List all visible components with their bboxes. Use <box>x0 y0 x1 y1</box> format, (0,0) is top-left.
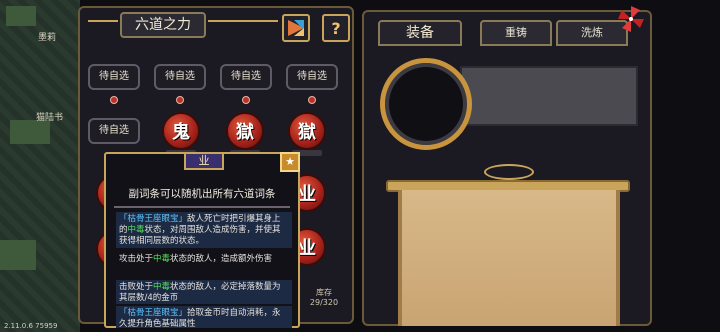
equipment-info-banner <box>460 66 638 126</box>
tooltip-affix-block: 「枯骨王座眼宝」拾取金币时自动消耗，永久提升角色基础属性 <box>116 306 292 329</box>
path-slot[interactable]: 待自选 <box>154 64 206 90</box>
path-slot[interactable]: 待自选 <box>88 118 140 144</box>
title-ornament <box>88 20 118 22</box>
slot-indicator-dot <box>110 96 118 104</box>
slot-indicator-dot <box>176 96 184 104</box>
affix-tooltip: 业 ★ 副词条可以随机出所有六道词条 「枯骨王座眼宝」敌人死亡时把引爆其身上的中… <box>104 152 300 329</box>
tooltip-divider <box>114 206 290 208</box>
help-button[interactable]: ? <box>322 14 350 42</box>
affix-keyword: 中毒 <box>127 225 145 235</box>
affix-source: 「枯骨王座眼宝」 <box>119 308 188 318</box>
path-slot[interactable]: 待自选 <box>220 64 272 90</box>
equipment-panel: 装备 重铸 洗炼 <box>362 10 652 326</box>
equipment-display <box>380 58 638 150</box>
world-tile <box>0 240 36 270</box>
world-npc-label: 墨莉 <box>38 33 57 43</box>
path-slot[interactable]: 待自选 <box>286 64 338 90</box>
tooltip-affix-block: 击败处于中毒状态的敌人，必定掉落数量为其层数/4的金币 <box>116 280 292 304</box>
scroll-parchment <box>398 190 620 326</box>
sort-button[interactable] <box>282 14 310 42</box>
path-orb[interactable]: 獄 <box>288 112 326 150</box>
tab-reforge[interactable]: 重铸 <box>480 20 552 46</box>
version-label: 2.11.0.6 75959 <box>4 322 58 330</box>
game-world-background: 墨莉 猫陆书 <box>0 0 80 332</box>
affix-text: 击败处于 <box>119 282 154 292</box>
tooltip-headline: 副词条可以随机出所有六道词条 <box>128 188 276 200</box>
slot-indicator-dot <box>308 96 316 104</box>
affix-text: 状态的敌人，造成额外伤害 <box>170 254 273 264</box>
path-orb[interactable]: 獄 <box>226 112 264 150</box>
affix-source: 「枯骨王座眼宝」 <box>119 214 188 224</box>
affix-keyword: 中毒 <box>153 282 171 292</box>
storage-value: 29/320 <box>309 298 339 307</box>
path-orb[interactable]: 鬼 <box>162 112 200 150</box>
path-slot[interactable]: 待自选 <box>88 64 140 90</box>
tab-equipment[interactable]: 装备 <box>378 20 462 46</box>
scroll-ornament <box>484 164 534 180</box>
equipment-slot-ring[interactable] <box>380 58 472 150</box>
favorite-star-icon[interactable]: ★ <box>280 152 300 172</box>
tooltip-affix-block: 「枯骨王座眼宝」敌人死亡时把引爆其身上的中毒状态，对周围敌人造成伤害，并使其获得… <box>116 212 292 248</box>
slot-indicator-dot <box>242 96 250 104</box>
world-npc-label: 猫陆书 <box>36 113 64 123</box>
sort-icon <box>288 20 304 36</box>
storage-counter: 库存 29/320 <box>306 288 342 308</box>
tooltip-badge: 业 <box>184 152 224 170</box>
world-tile <box>6 6 36 26</box>
affix-text: 攻击处于 <box>119 254 154 264</box>
affix-keyword: 中毒 <box>153 254 171 264</box>
world-tile <box>10 120 50 144</box>
storage-label: 库存 <box>316 288 332 297</box>
pinwheel-icon[interactable] <box>616 4 646 34</box>
title-ornament <box>208 20 278 22</box>
tooltip-affix-block: 攻击处于中毒状态的敌人，造成额外伤害 <box>116 252 292 276</box>
panel-title: 六道之力 <box>120 12 206 38</box>
